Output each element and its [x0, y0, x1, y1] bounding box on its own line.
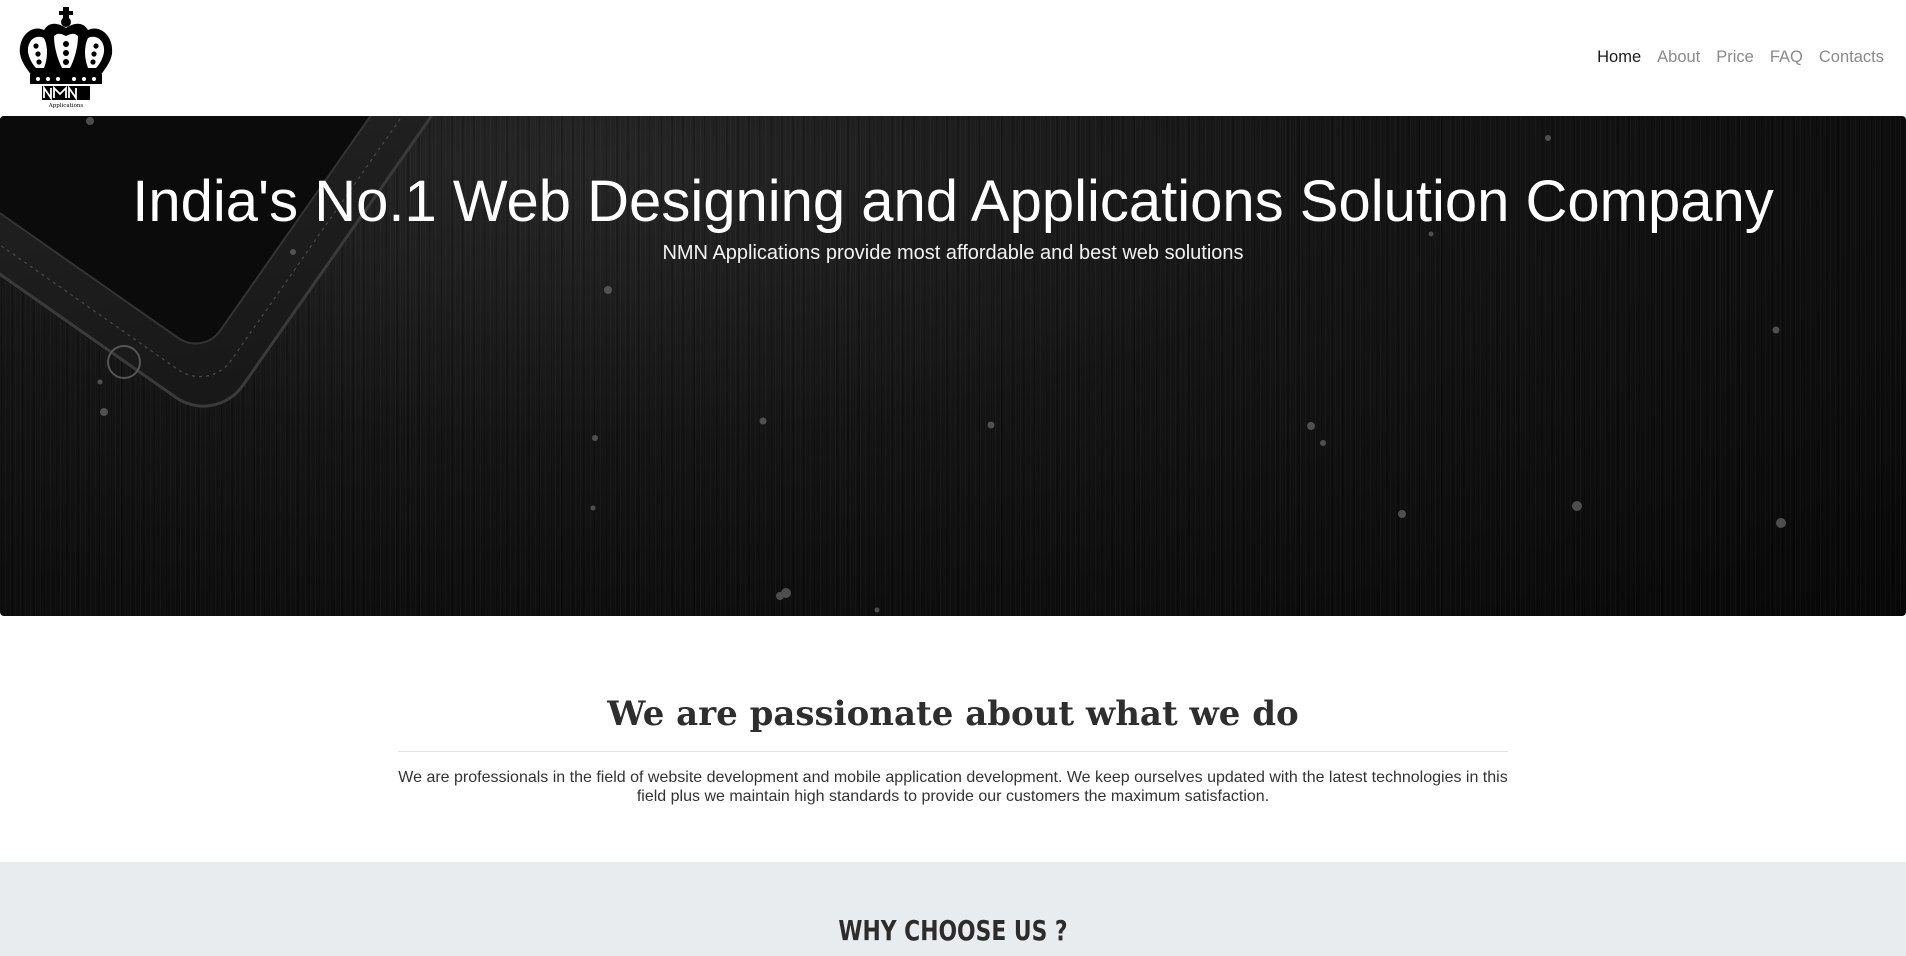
site-header: Applications Home About Price FAQ Contac…	[0, 0, 1906, 116]
intro-heading: We are passionate about what we do	[607, 694, 1299, 734]
brand-logo[interactable]: Applications	[14, 6, 118, 110]
svg-text:Applications: Applications	[48, 103, 84, 109]
intro-paragraph: We are professionals in the field of web…	[398, 769, 1508, 805]
why-choose-section: WHY CHOOSE US ?	[0, 862, 1906, 956]
hero-title: India's No.1 Web Designing and Applicati…	[132, 169, 1774, 234]
nav-item-price[interactable]: Price	[1716, 48, 1754, 67]
intro-divider	[398, 751, 1508, 752]
why-choose-heading: WHY CHOOSE US ?	[838, 914, 1068, 947]
nav-item-contacts[interactable]: Contacts	[1819, 48, 1884, 67]
main-nav: Home About Price FAQ Contacts	[1597, 48, 1884, 67]
hero-subtitle: NMN Applications provide most affordable…	[662, 242, 1244, 264]
nav-item-home[interactable]: Home	[1597, 48, 1641, 67]
nav-item-about[interactable]: About	[1657, 48, 1700, 67]
nav-item-faq[interactable]: FAQ	[1770, 48, 1803, 67]
hero-banner: India's No.1 Web Designing and Applicati…	[0, 116, 1906, 616]
crown-logo-icon: Applications	[19, 7, 113, 109]
